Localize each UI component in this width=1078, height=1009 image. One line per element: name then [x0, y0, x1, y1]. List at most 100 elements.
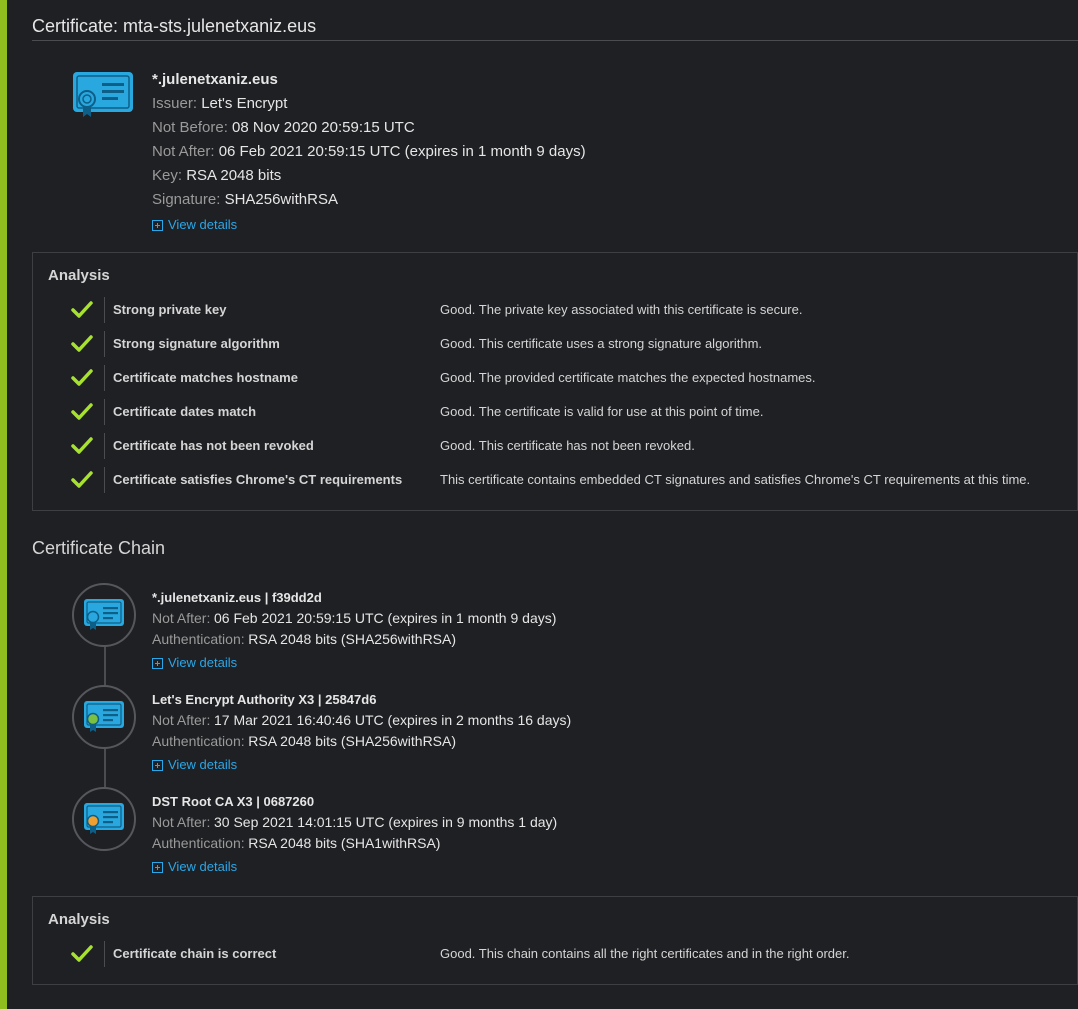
not-after-value: 06 Feb 2021 20:59:15 UTC (expires in 1 m… — [218, 143, 586, 160]
certificate-panel: Certificate: mta-sts.julenetxaniz.eus *.… — [32, 0, 1078, 985]
authentication-label: Authentication: — [152, 631, 245, 647]
analysis-row-name: Certificate satisfies Chrome's CT requir… — [113, 472, 403, 487]
not-after-line: Not After: 06 Feb 2021 20:59:15 UTC (exp… — [152, 140, 586, 164]
analysis-row-name: Certificate chain is correct — [113, 946, 277, 961]
expand-icon — [152, 219, 163, 231]
row-separator — [104, 399, 105, 425]
analysis-title: Analysis — [48, 267, 110, 284]
certificate-name: *.julenetxaniz.eus — [152, 71, 278, 88]
view-details-link[interactable]: View details — [152, 856, 237, 878]
analysis-row-description: Good. The private key associated with th… — [440, 302, 803, 317]
expand-icon — [152, 657, 163, 669]
analysis-box: Analysis Strong private key Good. The pri… — [32, 252, 1078, 511]
authentication-value: RSA 2048 bits (SHA1withRSA) — [248, 835, 441, 851]
chain-item-name: DST Root CA X3 | 0687260 — [152, 794, 315, 809]
analysis-row-description: Good. This chain contains all the right … — [440, 946, 850, 961]
chain-certificate-icon — [72, 787, 136, 851]
chain-auth-line: Authentication: RSA 2048 bits (SHA256wit… — [152, 629, 556, 650]
check-icon — [71, 334, 93, 354]
chain-certificate-icon — [72, 685, 136, 749]
issuer-label: Issuer: — [152, 95, 198, 112]
certificate-icon — [72, 71, 134, 126]
not-after-value: 17 Mar 2021 16:40:46 UTC (expires in 2 m… — [213, 712, 572, 728]
analysis-row-description: Good. This certificate has not been revo… — [440, 438, 695, 453]
signature-line: Signature: SHA256withRSA — [152, 188, 586, 212]
chain-item: *.julenetxaniz.eus | f39dd2d Not After: 0… — [32, 583, 1078, 683]
not-after-label: Not After: — [152, 814, 211, 830]
authentication-label: Authentication: — [152, 733, 245, 749]
chain-item-details: Let's Encrypt Authority X3 | 25847d6 Not … — [152, 689, 571, 777]
view-details-link[interactable]: View details — [152, 214, 237, 236]
chain-not-after-line: Not After: 17 Mar 2021 16:40:46 UTC (exp… — [152, 710, 571, 731]
expand-icon — [152, 759, 163, 771]
row-separator — [104, 331, 105, 357]
accent-bar — [0, 0, 7, 1009]
chain-not-after-line: Not After: 06 Feb 2021 20:59:15 UTC (exp… — [152, 608, 556, 629]
not-after-label: Not After: — [152, 143, 215, 160]
not-after-value: 06 Feb 2021 20:59:15 UTC (expires in 1 m… — [213, 610, 557, 626]
analysis-row: Strong signature algorithm Good. This cer… — [33, 329, 1078, 359]
authentication-value: RSA 2048 bits (SHA256withRSA) — [248, 733, 457, 749]
not-before-value: 08 Nov 2020 20:59:15 UTC — [232, 119, 415, 136]
issuer-line: Issuer: Let's Encrypt — [152, 92, 586, 116]
analysis-row-description: Good. The provided certificate matches t… — [440, 370, 816, 385]
not-before-line: Not Before: 08 Nov 2020 20:59:15 UTC — [152, 116, 586, 140]
expand-icon — [152, 861, 163, 873]
row-separator — [104, 433, 105, 459]
view-details-label: View details — [168, 859, 238, 874]
signature-value: SHA256withRSA — [224, 191, 338, 208]
check-icon — [71, 368, 93, 388]
signature-label: Signature: — [152, 191, 221, 208]
analysis-row-description: Good. This certificate uses a strong sig… — [440, 336, 763, 351]
analysis-row-name: Strong signature algorithm — [113, 336, 280, 351]
analysis-row-name: Certificate has not been revoked — [113, 438, 314, 453]
chain-item-details: DST Root CA X3 | 0687260 Not After: 30 Se… — [152, 791, 557, 879]
analysis-row: Strong private key Good. The private key … — [33, 295, 1078, 325]
chain-item: DST Root CA X3 | 0687260 Not After: 30 Se… — [32, 787, 1078, 887]
chain-title: Certificate Chain — [32, 538, 166, 558]
chain-item-details: *.julenetxaniz.eus | f39dd2d Not After: 0… — [152, 587, 556, 675]
view-details-label: View details — [168, 217, 238, 232]
not-after-label: Not After: — [152, 610, 211, 626]
analysis-row: Certificate chain is correct Good. This c… — [33, 939, 1078, 969]
analysis-row-name: Certificate matches hostname — [113, 370, 298, 385]
chain-item-name: *.julenetxaniz.eus | f39dd2d — [152, 590, 322, 605]
view-details-link[interactable]: View details — [152, 652, 237, 674]
view-details-link[interactable]: View details — [152, 754, 237, 776]
check-icon — [71, 402, 93, 422]
check-icon — [71, 470, 93, 490]
key-line: Key: RSA 2048 bits — [152, 164, 586, 188]
not-before-label: Not Before: — [152, 119, 228, 136]
page-title: Certificate: mta-sts.julenetxaniz.eus — [32, 16, 317, 36]
row-separator — [104, 467, 105, 493]
key-value: RSA 2048 bits — [186, 167, 282, 184]
chain-auth-line: Authentication: RSA 2048 bits (SHA1withR… — [152, 833, 557, 854]
chain-certificate-icon — [72, 583, 136, 647]
chain-analysis-box: Analysis Certificate chain is correct Goo… — [32, 896, 1078, 985]
analysis-row-name: Certificate dates match — [113, 404, 257, 419]
leaf-certificate: *.julenetxaniz.eus Issuer: Let's Encrypt… — [32, 41, 1078, 252]
analysis-row: Certificate has not been revoked Good. Th… — [33, 431, 1078, 461]
check-icon — [71, 436, 93, 456]
authentication-value: RSA 2048 bits (SHA256withRSA) — [248, 631, 457, 647]
certificate-details: *.julenetxaniz.eus Issuer: Let's Encrypt… — [152, 68, 586, 239]
chain-not-after-line: Not After: 30 Sep 2021 14:01:15 UTC (exp… — [152, 812, 557, 833]
analysis-row: Certificate matches hostname Good. The pr… — [33, 363, 1078, 393]
row-separator — [104, 941, 105, 967]
chain-auth-line: Authentication: RSA 2048 bits (SHA256wit… — [152, 731, 571, 752]
chain-analysis-title: Analysis — [48, 911, 110, 928]
view-details-label: View details — [168, 655, 238, 670]
analysis-row-description: Good. The certificate is valid for use a… — [440, 404, 764, 419]
issuer-value: Let's Encrypt — [201, 95, 288, 112]
row-separator — [104, 297, 105, 323]
certificate-chain: *.julenetxaniz.eus | f39dd2d Not After: 0… — [32, 583, 1078, 883]
analysis-row: Certificate satisfies Chrome's CT requir… — [33, 465, 1078, 495]
analysis-row: Certificate dates match Good. The certifi… — [33, 397, 1078, 427]
analysis-row-description: This certificate contains embedded CT si… — [440, 472, 1031, 487]
not-after-value: 30 Sep 2021 14:01:15 UTC (expires in 9 m… — [213, 814, 558, 830]
analysis-row-name: Strong private key — [113, 302, 227, 317]
check-icon — [71, 944, 93, 964]
chain-item: Let's Encrypt Authority X3 | 25847d6 Not … — [32, 685, 1078, 785]
check-icon — [71, 300, 93, 320]
chain-item-name: Let's Encrypt Authority X3 | 25847d6 — [152, 692, 377, 707]
